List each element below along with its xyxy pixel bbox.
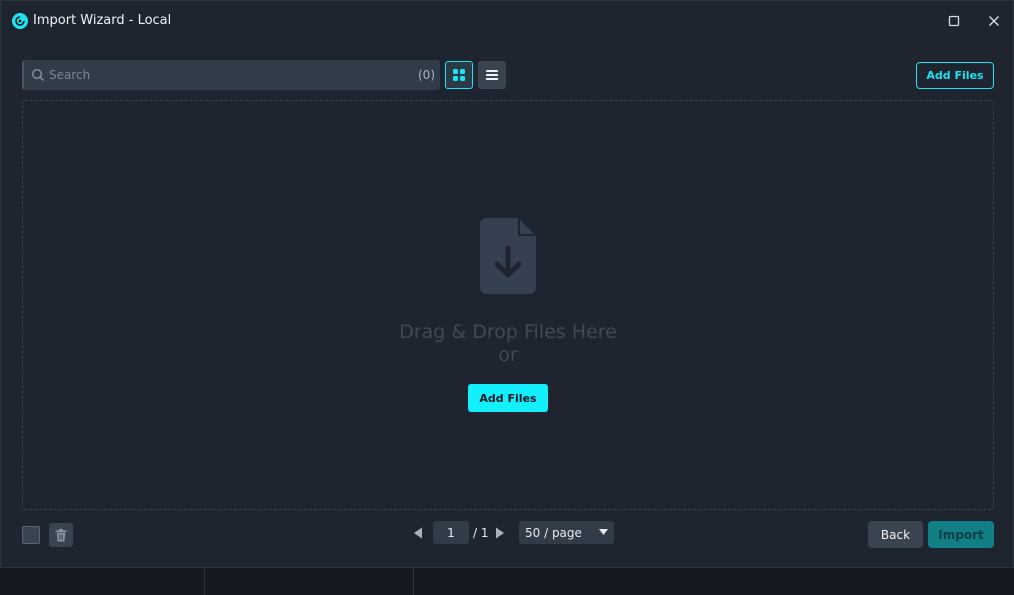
- page-size-value: 50 / page: [525, 526, 582, 540]
- delete-button[interactable]: [49, 523, 73, 547]
- drop-instruction-or: or: [498, 344, 518, 366]
- select-all-checkbox[interactable]: [22, 526, 40, 544]
- close-icon: [989, 16, 999, 26]
- maximize-icon: [948, 15, 960, 27]
- import-wizard-window: Import Wizard - Local (0): [0, 0, 1014, 568]
- search-input[interactable]: [49, 60, 409, 90]
- maximize-button[interactable]: [942, 9, 966, 33]
- add-files-button[interactable]: Add Files: [468, 384, 548, 412]
- page-total: / 1: [473, 526, 489, 540]
- page-number-input[interactable]: [433, 521, 469, 544]
- page-size-select[interactable]: 50 / page: [519, 521, 614, 544]
- chevron-left-icon[interactable]: [411, 526, 425, 540]
- trash-icon: [55, 528, 67, 541]
- list-view-button[interactable]: [478, 61, 506, 89]
- title-bar: Import Wizard - Local: [1, 1, 1013, 41]
- search-result-count: (0): [418, 68, 435, 82]
- close-button[interactable]: [982, 9, 1006, 33]
- file-download-icon: [480, 218, 536, 294]
- search-box: (0): [22, 60, 440, 90]
- grid-view-button[interactable]: [445, 61, 473, 89]
- divider: [413, 568, 414, 595]
- search-icon: [31, 68, 45, 82]
- grid-view-icon: [453, 69, 465, 81]
- list-view-icon: [486, 70, 498, 80]
- background-strip: [0, 568, 1014, 595]
- drop-instruction: Drag & Drop Files Here: [399, 321, 617, 343]
- window-title: Import Wizard - Local: [33, 13, 172, 28]
- back-button[interactable]: Back: [868, 521, 923, 548]
- app-logo-icon: [12, 13, 28, 29]
- caret-down-icon: [599, 529, 608, 535]
- import-button[interactable]: Import: [928, 521, 994, 548]
- divider: [204, 568, 205, 595]
- file-drop-zone[interactable]: Drag & Drop Files Here or Add Files: [22, 100, 994, 510]
- add-files-button-top[interactable]: Add Files: [916, 62, 994, 89]
- chevron-right-icon[interactable]: [493, 526, 507, 540]
